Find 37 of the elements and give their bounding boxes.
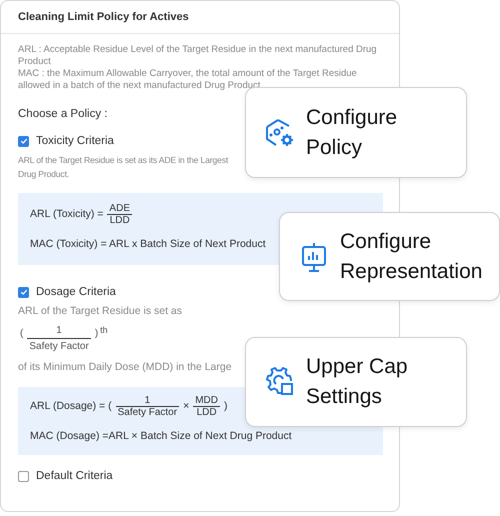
card-title: Settings — [306, 384, 383, 410]
policy-label: Dosage Criteria — [36, 286, 116, 298]
card-title: Configure — [306, 104, 398, 130]
card-title: Policy — [306, 134, 364, 160]
card-title: Upper Cap — [306, 354, 408, 380]
formula-text: MAC (Dosage) =ARL × Batch Size of Next Drug Product — [29, 430, 293, 442]
formula-text: ) — [94, 327, 100, 341]
fraction: 1 Safety Factor — [26, 323, 92, 354]
formula-text: ARL (Toxicity) = — [29, 208, 104, 220]
description-text: ARL of the Target Residue is set as its ADE in the Largest — [18, 154, 228, 167]
feature-card[interactable]: Upper Cap Settings — [245, 337, 467, 427]
checkbox[interactable] — [18, 136, 29, 146]
feature-card[interactable]: Configure Representation — [279, 212, 500, 301]
description-text: of its Minimum Daily Dose (MDD) in the Large — [18, 360, 232, 375]
policy-label: Toxicity Criteria — [36, 135, 114, 147]
choose-label: Choose a Policy : — [18, 108, 108, 120]
definition-text: ARL : Acceptable Residue Level of the Target Residue in the next manufactured Drug Product — [18, 44, 378, 68]
policy-label: Default Criteria — [36, 470, 113, 482]
description-text: Drug Product. — [18, 168, 69, 181]
checkbox[interactable] — [18, 286, 29, 298]
checkbox[interactable] — [18, 470, 29, 482]
formula-text: ( — [19, 327, 24, 341]
fraction: 1 Safety Factor — [114, 394, 180, 418]
card-title: Representation — [340, 258, 482, 284]
feature-card[interactable]: Configure Policy — [245, 87, 467, 178]
description-text: ARL of the Target Residue is set as — [18, 304, 182, 319]
formula-text: ) — [223, 400, 228, 412]
superscript-text: th — [100, 324, 108, 337]
formula-text: ARL (Dosage) = ( — [29, 400, 113, 412]
gear-icon — [264, 366, 296, 398]
card-title: Configure — [340, 228, 432, 254]
panel-title: Cleaning Limit Policy for Actives — [1, 1, 399, 34]
hexagon-gear-icon — [264, 116, 296, 148]
fraction: MDD LDD — [192, 394, 221, 418]
formula-text: × — [182, 400, 190, 412]
formula-text: MAC (Toxicity) = ARL x Batch Size of Next Product — [29, 238, 267, 250]
fraction: ADE LDD — [106, 202, 133, 226]
